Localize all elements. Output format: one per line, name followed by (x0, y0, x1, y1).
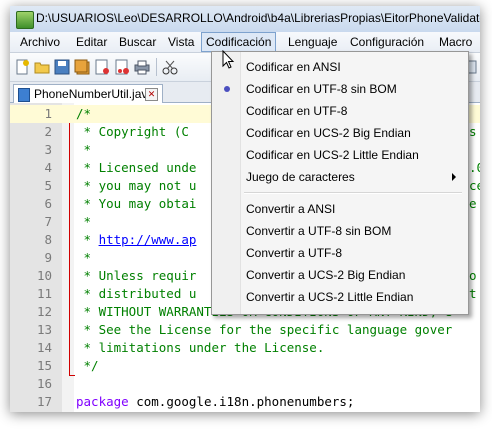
new-file-icon[interactable] (14, 59, 30, 75)
code-line: 13 * See the License for the specific la… (10, 321, 480, 339)
menu-buscar[interactable]: Buscar (115, 32, 160, 52)
line-number: 13 (36, 322, 52, 337)
code-text: * (76, 250, 92, 265)
toolbar-separator (156, 58, 157, 76)
close-all-icon[interactable] (114, 59, 130, 75)
menu-item-encode-utf8-no-bom[interactable]: Codificar en UTF-8 sin BOM (214, 78, 464, 100)
menu-item-label: Codificar en UTF-8 (246, 104, 348, 118)
tab-label: PhoneNumberUtil.java (34, 87, 155, 101)
code-text-fragment: t (469, 286, 477, 301)
license-url-link[interactable]: http://www.ap (99, 232, 197, 247)
menu-item-encode-ucs2-le[interactable]: Codificar en UCS-2 Little Endian (214, 144, 464, 166)
code-text: * limitations under the License. (76, 340, 325, 355)
line-number: 8 (44, 232, 52, 247)
code-text: */ (76, 358, 99, 373)
menu-macro[interactable]: Macro (435, 32, 476, 52)
code-text-fragment: .0 (469, 160, 480, 175)
code-text: * You may obtai (76, 196, 197, 211)
code-text: /* (76, 106, 92, 121)
code-line: 16 (10, 375, 480, 393)
line-number: 3 (44, 142, 52, 157)
code-text-fragment: ce (469, 178, 480, 193)
cut-icon[interactable] (162, 59, 178, 75)
line-number: 14 (36, 340, 52, 355)
code-text: * See the License for the specific langu… (76, 322, 453, 337)
code-line: 15 */ (10, 357, 480, 375)
app-window: D:\USUARIOS\Leo\DESARROLLO\Android\b4a\L… (10, 6, 480, 412)
submenu-arrow-icon (452, 173, 456, 181)
code-text: * Unless requir (76, 268, 197, 283)
line-number: 5 (44, 178, 52, 193)
menu-item-character-sets[interactable]: Juego de caracteres (214, 166, 464, 188)
line-number: 17 (36, 394, 52, 409)
window-title: D:\USUARIOS\Leo\DESARROLLO\Android\b4a\L… (36, 11, 480, 25)
code-text: package com.google.i18n.phonenumbers; (76, 394, 355, 409)
menu-item-label: Convertir a UTF-8 (246, 246, 343, 260)
line-number: 1 (44, 106, 52, 121)
close-tab-icon[interactable]: ✕ (145, 88, 158, 101)
menu-bar: Archivo Editar Buscar Vista Codificación… (10, 32, 480, 53)
close-file-icon[interactable] (94, 59, 110, 75)
menu-separator (244, 192, 462, 194)
menu-lenguaje[interactable]: Lenguaje (284, 32, 341, 52)
menu-item-label: Codificar en UTF-8 sin BOM (246, 82, 397, 96)
code-text: * distributed u (76, 286, 197, 301)
menu-configuracion[interactable]: Configuración (346, 32, 428, 52)
line-number: 6 (44, 196, 52, 211)
menu-item-convert-ansi[interactable]: Convertir a ANSI (214, 198, 464, 220)
line-number: 16 (36, 376, 52, 391)
code-text: * you may not u (76, 178, 197, 193)
radio-selected-icon (224, 86, 230, 92)
code-line: 17 package com.google.i18n.phonenumbers; (10, 393, 480, 411)
menu-editar[interactable]: Editar (72, 32, 111, 52)
menu-item-convert-utf8[interactable]: Convertir a UTF-8 (214, 242, 464, 264)
menu-vista[interactable]: Vista (164, 32, 198, 52)
notepad-plus-plus-icon (16, 11, 34, 29)
line-number: 7 (44, 214, 52, 229)
code-line: 14 * limitations under the License. (10, 339, 480, 357)
menu-item-label: Convertir a UCS-2 Big Endian (246, 268, 406, 282)
tab-phonenumberutil[interactable]: PhoneNumberUtil.java ✕ (13, 84, 163, 103)
menu-item-label: Convertir a ANSI (246, 202, 336, 216)
code-text: * (76, 142, 92, 157)
line-number: 2 (44, 124, 52, 139)
code-text-fragment: o (469, 268, 477, 283)
menu-item-convert-ucs2-be[interactable]: Convertir a UCS-2 Big Endian (214, 264, 464, 286)
menu-item-encode-utf8[interactable]: Codificar en UTF-8 (214, 100, 464, 122)
menu-item-label: Convertir a UTF-8 sin BOM (246, 224, 392, 238)
menu-item-label: Codificar en ANSI (246, 60, 341, 74)
file-saved-icon (18, 88, 30, 102)
line-number: 15 (36, 358, 52, 373)
mouse-cursor-icon (222, 50, 235, 69)
code-text-fragment: s (469, 124, 477, 139)
code-text: * Licensed unde (76, 160, 197, 175)
menu-item-encode-ucs2-be[interactable]: Codificar en UCS-2 Big Endian (214, 122, 464, 144)
encoding-menu: Codificar en ANSI Codificar en UTF-8 sin… (211, 51, 469, 315)
keyword-package: package (76, 394, 129, 409)
line-number: 12 (36, 304, 52, 319)
menu-item-encode-ansi[interactable]: Codificar en ANSI (214, 56, 464, 78)
title-bar: D:\USUARIOS\Leo\DESARROLLO\Android\b4a\L… (10, 6, 480, 33)
menu-item-label: Codificar en UCS-2 Little Endian (246, 148, 419, 162)
open-file-icon[interactable] (34, 59, 50, 75)
code-text: * (76, 214, 92, 229)
save-all-icon[interactable] (74, 59, 90, 75)
code-text: * Copyright (C (76, 124, 189, 139)
menu-item-convert-ucs2-le[interactable]: Convertir a UCS-2 Little Endian (214, 286, 464, 308)
print-icon[interactable] (134, 59, 150, 75)
code-text: * http://www.ap (76, 232, 197, 247)
code-text-fragment: e (469, 196, 477, 211)
line-number: 9 (44, 250, 52, 265)
line-number: 11 (36, 286, 52, 301)
menu-item-label: Convertir a UCS-2 Little Endian (246, 290, 414, 304)
menu-codificacion[interactable]: Codificación (201, 32, 277, 52)
menu-item-label: Juego de caracteres (246, 170, 355, 184)
menu-item-convert-utf8-no-bom[interactable]: Convertir a UTF-8 sin BOM (214, 220, 464, 242)
menu-archivo[interactable]: Archivo (16, 32, 64, 52)
line-number: 10 (36, 268, 52, 283)
save-icon[interactable] (54, 59, 70, 75)
menu-item-label: Codificar en UCS-2 Big Endian (246, 126, 411, 140)
line-number: 4 (44, 160, 52, 175)
